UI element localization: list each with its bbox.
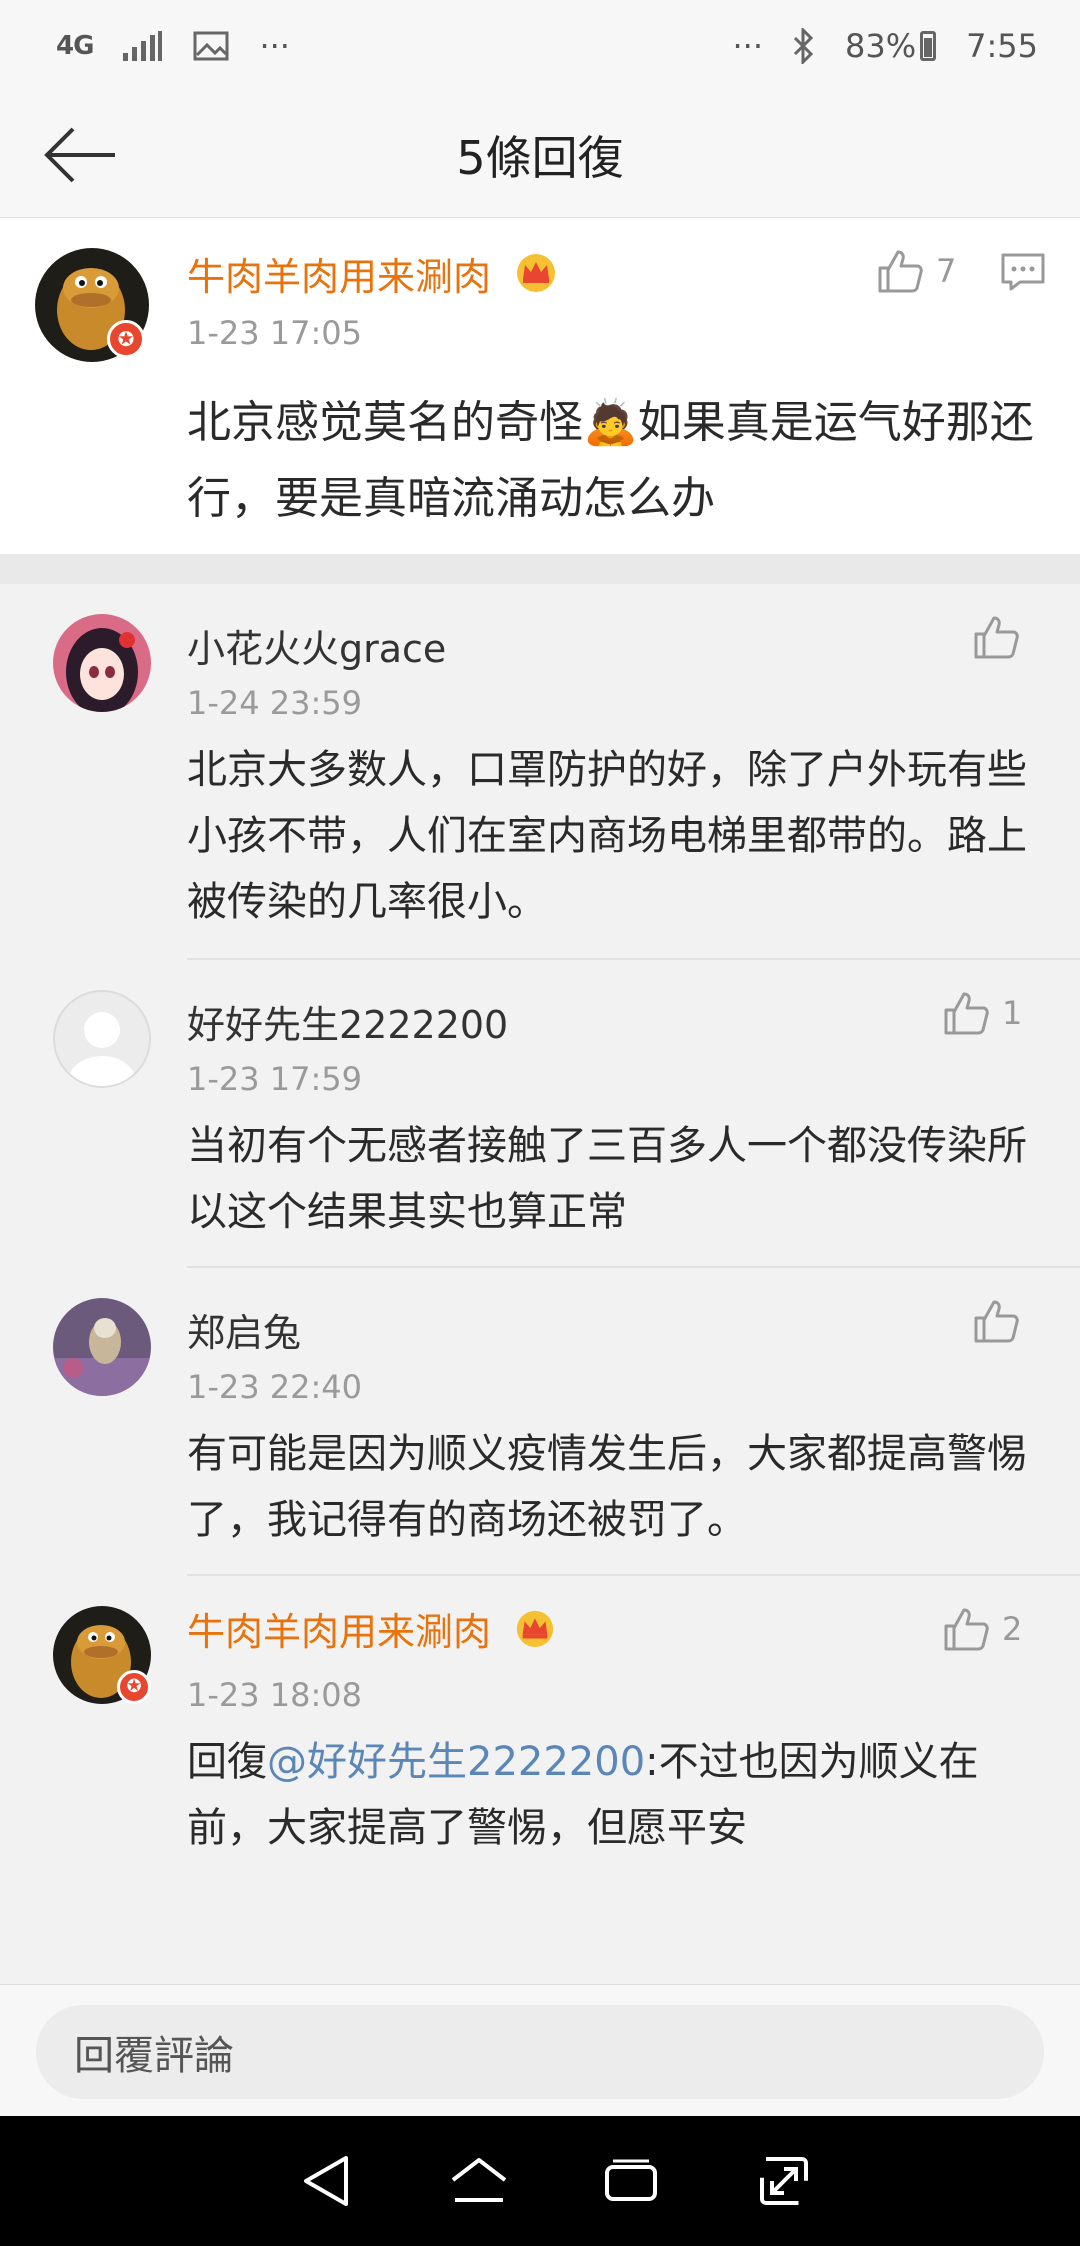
reply-item: 郑启兔 1-23 22:40 有可能是因为顺义疫情发生后，大家都提高警惕了，我记… — [0, 1268, 1080, 1576]
thumbs-up-icon — [944, 1608, 989, 1651]
nav-home-icon — [451, 2158, 506, 2202]
header-bar: 5條回復 — [0, 92, 1080, 218]
network-type: 4G — [56, 31, 94, 61]
reply-text: 有可能是因为顺义疫情发生后，大家都提高警惕了，我记得有的商场还被罚了。 — [187, 1431, 1027, 1543]
page-title: 5條回復 — [456, 130, 624, 185]
like-count: 2 — [1002, 1610, 1023, 1648]
reply-text: 当初有个无感者接触了三百多人一个都没传染所以这个结果其实也算正常 — [187, 1123, 1027, 1235]
status-dots-left: ··· — [259, 27, 290, 65]
status-bar: 4G ··· ··· 83% 7:55 — [0, 0, 1080, 92]
crown-icon — [513, 251, 559, 309]
reply-prefix: 回復 — [187, 1739, 267, 1785]
reply-list: 小花火火grace 1-24 23:59 北京大多数人，口罩防护的好，除了户外玩… — [0, 584, 1080, 1984]
username-text: 牛肉羊肉用来涮肉 — [187, 1610, 492, 1654]
username[interactable]: 郑启兔 — [187, 1302, 301, 1357]
reply-time: 1-23 18:08 — [187, 1676, 363, 1714]
nav-expand-icon — [759, 2157, 808, 2205]
avatar[interactable] — [53, 614, 151, 712]
battery-icon — [920, 31, 937, 61]
username[interactable]: 牛肉羊肉用来涮肉 — [187, 1604, 557, 1660]
avatar[interactable]: ✪ — [35, 248, 149, 362]
bluetooth-icon — [793, 28, 815, 64]
crown-icon — [513, 1607, 557, 1663]
nav-home-button[interactable] — [434, 2136, 524, 2226]
reply-time: 1-24 23:59 — [187, 684, 363, 722]
reply-text: 回復@好好先生2222200:不过也因为顺义在前，大家提高了警惕，但愿平安 — [187, 1729, 1035, 1861]
reply-input-bar: 回覆評論 — [0, 1984, 1080, 2116]
nav-back-button[interactable] — [281, 2136, 371, 2226]
battery-percent: 83% — [845, 27, 917, 65]
system-nav-bar — [0, 2116, 1080, 2246]
comment-button[interactable] — [1000, 252, 1046, 296]
thumbs-up-icon — [974, 616, 1019, 659]
like-button[interactable]: 2 — [942, 1606, 1022, 1652]
username[interactable]: 小花火火grace — [187, 618, 446, 673]
image-icon — [193, 31, 229, 61]
section-separator — [0, 554, 1080, 584]
reply-text: 北京大多数人，口罩防护的好，除了户外玩有些小孩不带，人们在室内商场电梯里都带的。… — [187, 747, 1027, 925]
root-comment: ✪ 牛肉羊肉用来涮肉 1-23 17:05 7 北京感觉莫名的奇怪🙇如果真是运气… — [0, 218, 1080, 554]
reply-input-placeholder: 回覆評論 — [74, 2033, 234, 2079]
clock: 7:55 — [966, 27, 1038, 65]
reply-item: 小花火火grace 1-24 23:59 北京大多数人，口罩防护的好，除了户外玩… — [0, 584, 1080, 960]
like-count: 1 — [1002, 994, 1023, 1032]
signal-icon — [123, 31, 163, 61]
nav-recent-button[interactable] — [586, 2136, 676, 2226]
mention-link[interactable]: @好好先生2222200 — [267, 1739, 645, 1785]
battery-indicator: 83% — [845, 27, 937, 65]
comment-icon — [1001, 253, 1045, 291]
nav-back-icon — [304, 2156, 349, 2206]
nav-expand-button[interactable] — [739, 2136, 829, 2226]
like-button[interactable] — [972, 614, 1020, 660]
status-dots-right: ··· — [732, 27, 764, 65]
reply-input[interactable]: 回覆評論 — [36, 2005, 1044, 2099]
thumbs-up-icon — [878, 250, 923, 293]
comment-text: 北京感觉莫名的奇怪🙇如果真是运气好那还行，要是真暗流涌动怎么办 — [187, 397, 1034, 524]
nav-recent-icon — [605, 2159, 658, 2201]
reply-time: 1-23 22:40 — [187, 1368, 363, 1406]
username[interactable]: 好好先生2222200 — [187, 994, 508, 1049]
verified-badge: ✪ — [107, 320, 145, 358]
thumbs-up-icon — [944, 992, 989, 1035]
back-arrow-icon — [44, 127, 115, 183]
comment-time: 1-23 17:05 — [187, 314, 363, 352]
reply-item: ✪ 牛肉羊肉用来涮肉 1-23 18:08 2 回復@好好先生2222200:不… — [0, 1576, 1080, 1876]
reply-time: 1-23 17:59 — [187, 1060, 363, 1098]
username[interactable]: 牛肉羊肉用来涮肉 — [187, 248, 559, 306]
thumbs-up-icon — [974, 1300, 1019, 1343]
like-button[interactable]: 1 — [942, 990, 1022, 1036]
avatar[interactable] — [53, 1298, 151, 1396]
verified-badge: ✪ — [117, 1670, 151, 1704]
username-text: 牛肉羊肉用来涮肉 — [187, 255, 492, 299]
avatar[interactable] — [53, 990, 151, 1088]
like-button[interactable]: 7 — [876, 246, 956, 296]
avatar[interactable]: ✪ — [53, 1606, 151, 1704]
like-button[interactable] — [972, 1298, 1020, 1344]
like-count: 7 — [936, 252, 957, 290]
back-button[interactable] — [38, 119, 120, 191]
reply-item: 好好先生2222200 1-23 17:59 1 当初有个无感者接触了三百多人一… — [0, 960, 1080, 1268]
